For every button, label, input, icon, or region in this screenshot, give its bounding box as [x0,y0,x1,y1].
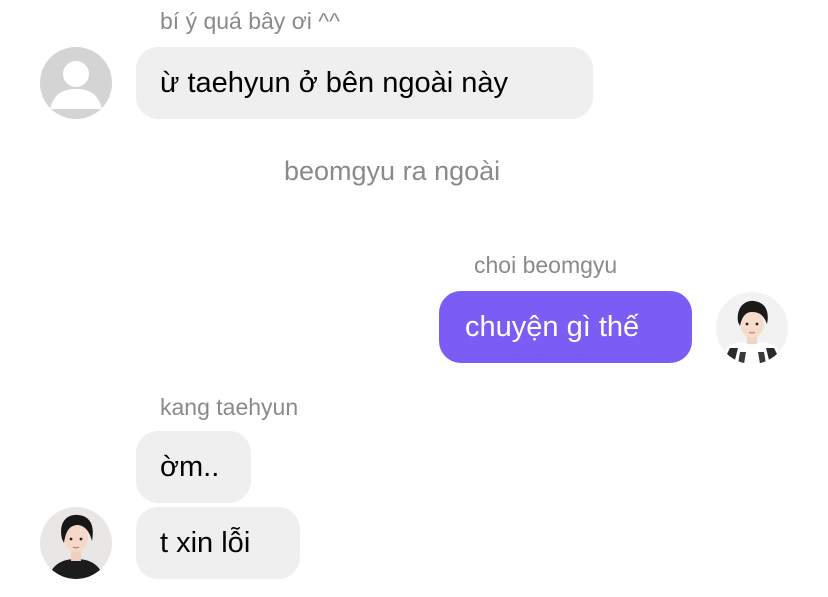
user-avatar-icon[interactable] [40,507,112,579]
message-text: ờm.. [160,450,220,483]
default-avatar-icon[interactable] [40,47,112,119]
message-text: chuyện gì thế [465,310,640,343]
sender-name: bí ý quá bây ơi ^^ [160,8,340,34]
sender-name: kang taehyun [160,394,299,420]
message-text: ừ taehyun ở bên ngoài này [160,66,509,99]
message-bubble-outgoing[interactable]: chuyện gì thế [439,291,692,363]
message-bubble[interactable]: ừ taehyun ở bên ngoài này [136,47,593,119]
user-avatar-icon[interactable] [716,292,788,364]
system-message: beomgyu ra ngoài [284,156,501,186]
chat-thread: bí ý quá bây ơi ^^ ừ taehyun ở bên ngoài… [0,0,828,597]
message-bubble[interactable]: t xin lỗi [136,507,300,579]
message-bubble[interactable]: ờm.. [136,431,251,503]
message-text: t xin lỗi [160,526,251,559]
sender-name: choi beomgyu [474,252,618,278]
